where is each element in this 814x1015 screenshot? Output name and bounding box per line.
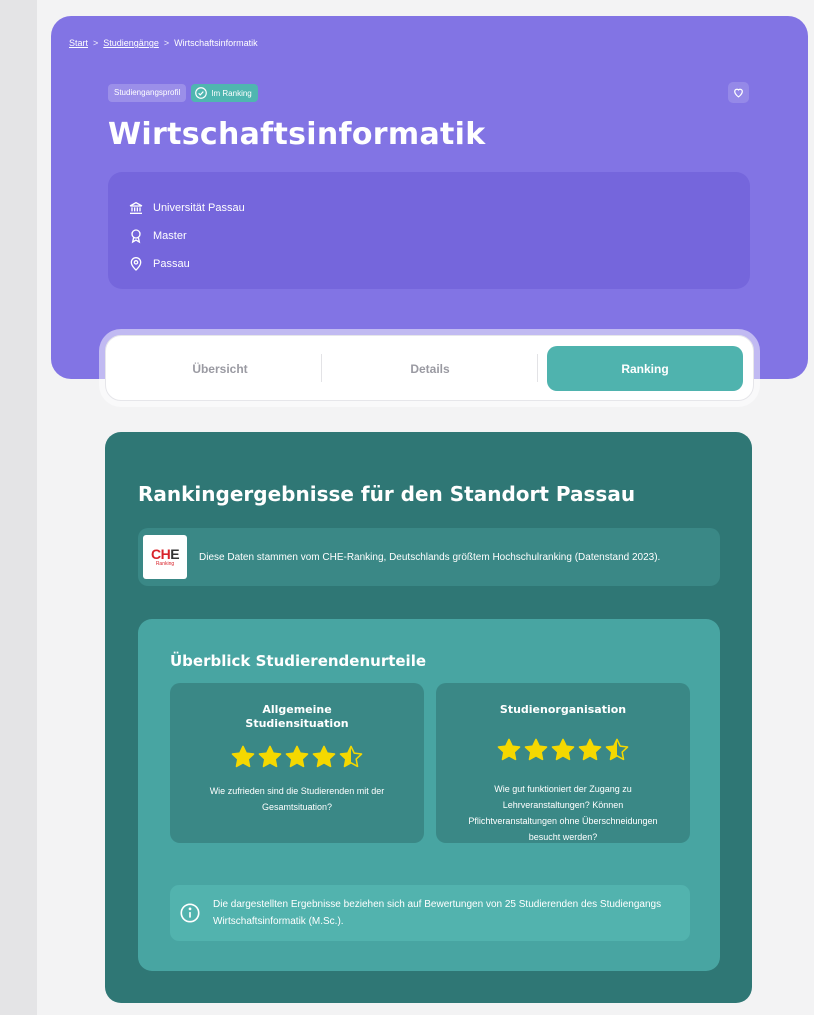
- info-circle-icon: [180, 903, 200, 923]
- check-badge-icon: [195, 87, 208, 99]
- degree-name: Master: [153, 230, 187, 242]
- star-icon: [339, 745, 363, 768]
- heart-icon: [734, 88, 743, 98]
- tab-ranking[interactable]: Ranking: [547, 346, 743, 391]
- rating-card-description: Wie gut funktioniert der Zugang zu Lehrv…: [468, 784, 658, 842]
- badge-group: Studiengangsprofil Im Ranking: [108, 84, 258, 102]
- building-columns-icon: [129, 201, 143, 214]
- ratings-note: Die dargestellten Ergebnisse beziehen si…: [170, 885, 690, 941]
- breadcrumb-current: Wirtschaftsinformatik: [174, 38, 258, 48]
- rating-card-title: Studienorganisation: [499, 703, 627, 716]
- ranking-section: Rankingergebnisse für den Standort Passa…: [105, 432, 752, 1003]
- course-header: Start > Studiengänge > Wirtschaftsinform…: [51, 16, 808, 379]
- profile-badge: Studiengangsprofil: [108, 84, 187, 102]
- tab-details[interactable]: Details: [330, 346, 530, 391]
- map-pin-icon: [130, 257, 142, 271]
- overview-title: Überblick Studierendenurteile: [170, 652, 427, 670]
- breadcrumb-courses-link[interactable]: Studiengänge: [103, 38, 159, 48]
- star-icon: [231, 745, 255, 768]
- ranking-title: Rankingergebnisse für den Standort Passa…: [138, 482, 636, 506]
- rating-card-general: Allgemeine Studiensituation Wie zufriede…: [170, 683, 424, 843]
- breadcrumb-separator: >: [163, 38, 170, 48]
- info-university: Universität Passau: [128, 194, 730, 222]
- breadcrumb-separator: >: [93, 38, 99, 48]
- location-name: Passau: [153, 258, 190, 270]
- tab-divider: [537, 354, 538, 382]
- star-icon: [312, 745, 336, 768]
- course-info-box: Universität Passau Master Passau: [108, 172, 750, 289]
- star-icon: [551, 738, 575, 761]
- info-degree: Master: [128, 222, 730, 250]
- star-rating: [436, 737, 690, 763]
- ranking-badge: Im Ranking: [191, 84, 258, 102]
- university-name: Universität Passau: [153, 202, 245, 214]
- star-icon: [285, 745, 309, 768]
- star-icon: [578, 738, 602, 761]
- tab-bar: Übersicht Details Ranking: [105, 335, 754, 401]
- che-source-text: Diese Daten stammen vom CHE-Ranking, Deu…: [199, 551, 661, 563]
- star-icon: [258, 745, 282, 768]
- star-icon: [605, 738, 629, 761]
- rating-card-description: Wie zufrieden sind die Studierenden mit …: [209, 786, 385, 812]
- page-title: Wirtschaftsinformatik: [108, 117, 486, 152]
- breadcrumb: Start > Studiengänge > Wirtschaftsinform…: [69, 38, 258, 48]
- tab-overview[interactable]: Übersicht: [120, 346, 320, 391]
- rating-card-title: Allgemeine Studiensituation: [245, 703, 349, 730]
- star-icon: [497, 738, 521, 761]
- award-ribbon-icon: [131, 229, 141, 244]
- ratings-note-text: Die dargestellten Ergebnisse beziehen si…: [213, 899, 662, 927]
- breadcrumb-start-link[interactable]: Start: [69, 38, 88, 48]
- left-sidebar-strip: [0, 0, 37, 1015]
- student-ratings-overview: Überblick Studierendenurteile Allgemeine…: [138, 619, 720, 971]
- info-location: Passau: [128, 250, 730, 278]
- star-icon: [524, 738, 548, 761]
- rating-card-organisation: Studienorganisation Wie gut funktioniert…: [436, 683, 690, 843]
- ranking-badge-label: Im Ranking: [211, 88, 252, 98]
- che-ranking-logo: CHE Ranking: [143, 535, 187, 579]
- tab-divider: [321, 354, 322, 382]
- favorite-button[interactable]: [728, 82, 749, 103]
- star-rating: [170, 744, 424, 770]
- che-source-box: CHE Ranking Diese Daten stammen vom CHE-…: [138, 528, 720, 586]
